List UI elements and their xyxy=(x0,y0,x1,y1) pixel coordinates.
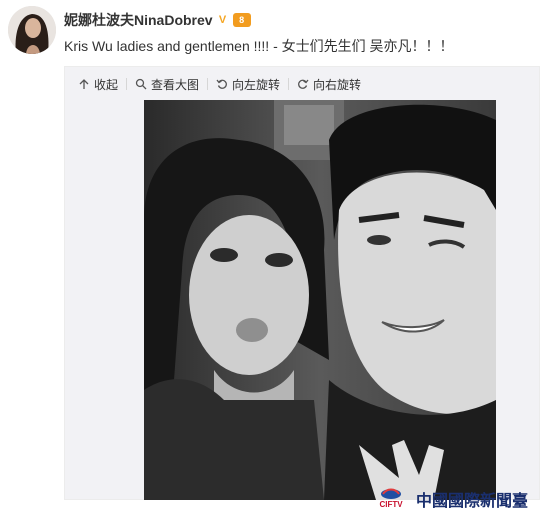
rotate-left-button[interactable]: 向左旋转 xyxy=(208,76,288,93)
username-label[interactable]: 妮娜杜波夫NinaDobrev xyxy=(64,10,213,30)
rotate-right-button[interactable]: 向右旋转 xyxy=(289,76,369,93)
rotate-right-icon xyxy=(298,79,309,89)
rotate-left-icon xyxy=(216,79,227,89)
watermark: CIFTV 中國國際新聞臺 xyxy=(372,486,528,512)
level-badge-icon: 8 xyxy=(232,13,251,27)
view-large-button[interactable]: 查看大图 xyxy=(127,76,207,93)
rotate-right-label: 向右旋转 xyxy=(313,77,362,92)
search-icon xyxy=(135,78,147,90)
collapse-label: 收起 xyxy=(94,77,119,92)
arrow-up-icon xyxy=(79,79,89,89)
post-text: Kris Wu ladies and gentlemen !!!! - 女士们先… xyxy=(64,38,454,54)
watermark-logo-text: CIFTV xyxy=(379,500,403,509)
rotate-left-label: 向左旋转 xyxy=(232,77,281,92)
post-author[interactable]: 妮娜杜波夫NinaDobrev V 8 xyxy=(64,10,251,30)
collapse-button[interactable]: 收起 xyxy=(78,76,126,93)
ciftv-logo-icon: CIFTV xyxy=(372,486,410,512)
post-photo[interactable] xyxy=(144,100,496,500)
watermark-text: 中國國際新聞臺 xyxy=(416,491,529,510)
avatar[interactable] xyxy=(8,6,56,54)
image-toolbar: 收起 查看大图 向左旋转 向右旋转 xyxy=(78,76,369,92)
verified-icon: V xyxy=(218,14,227,26)
view-large-label: 查看大图 xyxy=(151,77,200,92)
